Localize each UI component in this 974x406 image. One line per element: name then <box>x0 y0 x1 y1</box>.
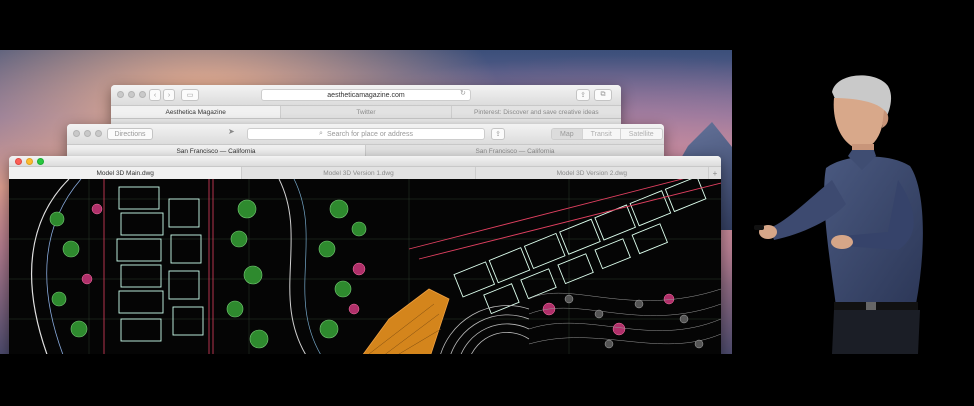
window-controls <box>117 91 146 98</box>
reload-icon[interactable]: ↻ <box>460 89 466 97</box>
share-icon: ⇪ <box>495 131 501 138</box>
tab-aesthetica[interactable]: Aesthetica Magazine <box>111 106 282 118</box>
mac-desktop: ‹ › ▭ aestheticamagazine.com ↻ ⇪ ⧉ Aesth… <box>0 50 732 354</box>
address-bar[interactable]: aestheticamagazine.com <box>261 89 471 101</box>
directions-button[interactable]: Directions <box>107 128 153 140</box>
cad-drawing-canvas[interactable] <box>9 179 721 354</box>
chevron-right-icon: › <box>167 91 171 99</box>
safari-toolbar: ‹ › ▭ aestheticamagazine.com ↻ ⇪ ⧉ <box>111 85 621 106</box>
new-tab-button[interactable]: ⧉ <box>594 89 612 101</box>
maps-toolbar: Directions ➤ ⌕ Search for place or addre… <box>67 124 664 145</box>
search-field[interactable]: ⌕ Search for place or address <box>247 128 485 140</box>
directions-label: Directions <box>114 130 146 138</box>
search-placeholder: Search for place or address <box>326 130 413 138</box>
presenter <box>754 75 923 354</box>
window-controls <box>73 130 102 137</box>
tab-model-v2[interactable]: Model 3D Version 2.dwg <box>476 167 709 179</box>
cad-window[interactable]: Model 3D Main.dwg Model 3D Version 1.dwg… <box>9 156 721 354</box>
new-tab-icon: ⧉ <box>600 91 606 98</box>
minimize-button[interactable] <box>128 91 135 98</box>
sidebar-button[interactable]: ▭ <box>181 89 199 101</box>
tab-model-v1[interactable]: Model 3D Version 1.dwg <box>242 167 476 179</box>
tab-bar: Aesthetica Magazine Twitter Pinterest: D… <box>111 106 621 119</box>
zoom-button[interactable] <box>139 91 146 98</box>
location-arrow-icon[interactable]: ➤ <box>228 127 235 136</box>
tab-pinterest[interactable]: Pinterest: Discover and save creative id… <box>452 106 621 118</box>
chevron-left-icon: ‹ <box>153 91 157 99</box>
share-icon: ⇪ <box>580 92 586 99</box>
minimize-button[interactable] <box>84 130 91 137</box>
share-button[interactable]: ⇪ <box>576 89 590 101</box>
cad-drawing <box>9 179 721 354</box>
cad-toolbar <box>9 156 721 167</box>
address-text: aestheticamagazine.com <box>327 91 405 99</box>
tab-model-main[interactable]: Model 3D Main.dwg <box>9 167 243 179</box>
back-button[interactable]: ‹ <box>149 89 161 101</box>
letterbox-top <box>0 0 974 50</box>
map-mode-button[interactable]: Map <box>552 129 583 139</box>
letterbox-bottom <box>0 354 974 406</box>
safari-window-back[interactable]: ‹ › ▭ aestheticamagazine.com ↻ ⇪ ⧉ Aesth… <box>111 85 621 125</box>
sidebar-icon: ▭ <box>186 92 194 99</box>
view-mode-control: Map Transit Satellite <box>551 128 663 140</box>
transit-mode-button[interactable]: Transit <box>582 129 621 139</box>
zoom-button[interactable] <box>95 130 102 137</box>
forward-button[interactable]: › <box>163 89 175 101</box>
satellite-mode-button[interactable]: Satellite <box>620 129 662 139</box>
share-button[interactable]: ⇪ <box>491 128 505 140</box>
tab-twitter[interactable]: Twitter <box>281 106 452 118</box>
close-button[interactable] <box>15 158 22 165</box>
search-icon: ⌕ <box>319 130 323 137</box>
minimize-button[interactable] <box>26 158 33 165</box>
zoom-button[interactable] <box>37 158 44 165</box>
window-controls <box>15 158 44 165</box>
close-button[interactable] <box>73 130 80 137</box>
add-tab-button[interactable]: + <box>709 167 721 179</box>
close-button[interactable] <box>117 91 124 98</box>
